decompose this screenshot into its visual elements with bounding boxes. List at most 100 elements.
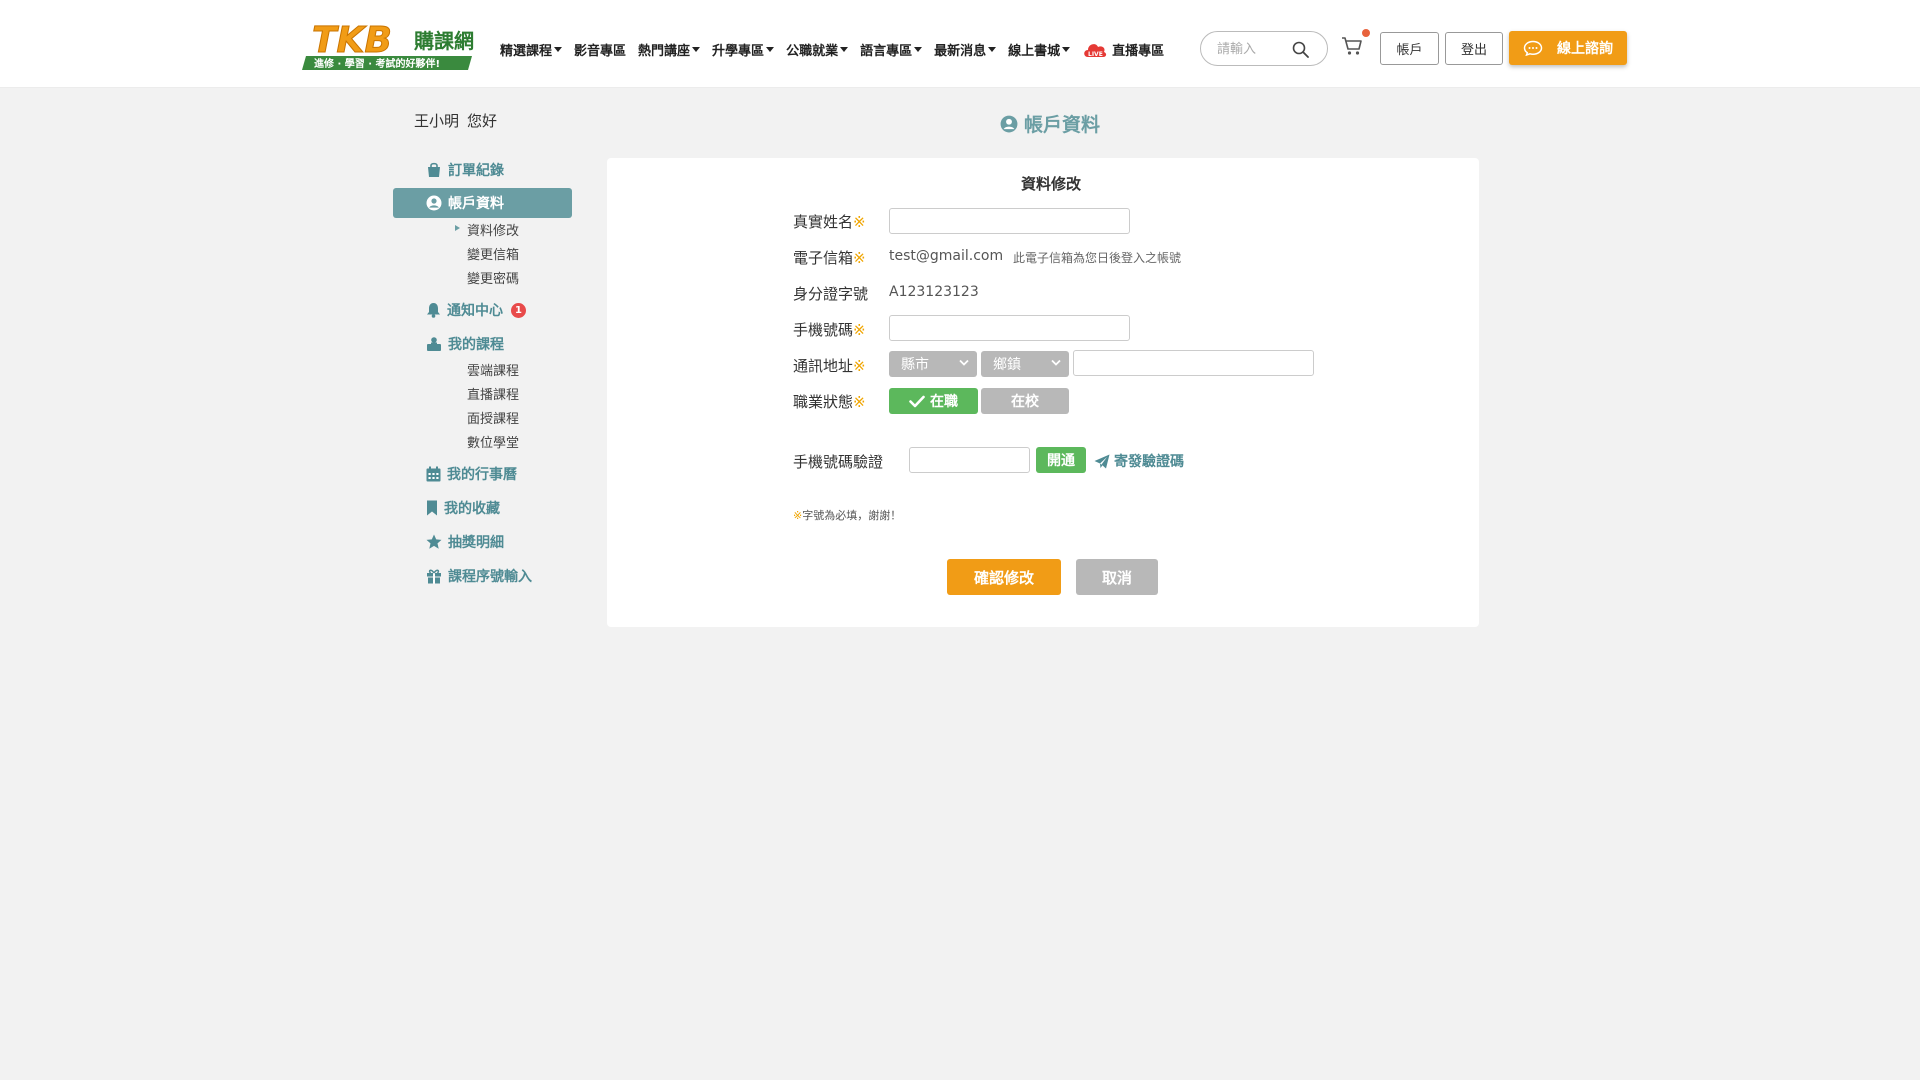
- nav-news[interactable]: 最新消息: [934, 40, 997, 59]
- cart-button[interactable]: [1341, 36, 1363, 60]
- sidebar-subitem-cloud-courses[interactable]: 雲端課程: [467, 360, 519, 379]
- nav-label: 升學專區: [712, 43, 765, 59]
- nav-label: 精選課程: [500, 43, 553, 59]
- nav-bookstore[interactable]: 線上書城: [1008, 40, 1071, 59]
- caret-down-icon: [988, 46, 997, 52]
- sidebar-item-label: 課程序號輸入: [448, 569, 532, 585]
- job-status-student-option[interactable]: 在校: [981, 388, 1069, 414]
- sidebar-item-orders[interactable]: 訂單紀錄: [426, 160, 504, 180]
- required-field-note: ※字號為必填，謝謝！: [793, 507, 901, 523]
- email-label-text: 電子信箱: [793, 249, 854, 267]
- caret-down-icon: [914, 46, 923, 52]
- sidebar-item-lottery[interactable]: 抽獎明細: [426, 532, 504, 552]
- user-circle-icon: [1000, 115, 1018, 132]
- phone-input[interactable]: [889, 315, 1130, 341]
- live-icon-text: LIVE: [1088, 51, 1103, 58]
- main-nav: 精選課程 影音專區 熱門講座 升學專區 公職就業 語言專區 最新消息 線上書城 …: [500, 38, 1176, 60]
- nav-selected-courses[interactable]: 精選課程: [500, 40, 563, 59]
- nav-label: 線上書城: [1008, 43, 1061, 59]
- cart-icon: [1342, 37, 1362, 55]
- sidebar-item-label: 通知中心: [447, 303, 503, 319]
- nav-civil-service[interactable]: 公職就業: [786, 40, 849, 59]
- nav-label: 語言專區: [860, 43, 913, 59]
- city-select[interactable]: 縣市: [889, 351, 977, 377]
- bookmark-icon: [427, 500, 437, 516]
- nav-video-zone[interactable]: 影音專區: [574, 40, 626, 59]
- sidebar-item-course-serial[interactable]: 課程序號輸入: [426, 566, 532, 586]
- nav-language[interactable]: 語言專區: [860, 40, 923, 59]
- sidebar-subitem-in-person-courses[interactable]: 面授課程: [467, 408, 519, 427]
- cancel-button[interactable]: 取消: [1076, 559, 1158, 595]
- required-mark: ※: [853, 357, 866, 375]
- online-consult-button[interactable]: 線上諮詢: [1509, 31, 1627, 65]
- caret-down-icon: [554, 46, 563, 52]
- phone-label-text: 手機號碼: [793, 321, 854, 339]
- shopping-bag-icon: [428, 162, 440, 177]
- chevron-down-icon: [959, 359, 969, 366]
- sidebar-subitem-digital-academy[interactable]: 數位學堂: [467, 432, 519, 451]
- nav-live-zone[interactable]: LIVE 直播專區: [1082, 38, 1164, 60]
- job-status-label: 職業狀態※: [793, 391, 866, 412]
- sidebar-item-label: 我的行事曆: [447, 467, 517, 483]
- nav-label: 最新消息: [934, 43, 987, 59]
- address-input[interactable]: [1073, 350, 1314, 376]
- required-mark: ※: [853, 321, 866, 339]
- job-status-employed-option[interactable]: 在職: [889, 388, 978, 414]
- page-title: 帳戶資料: [1000, 110, 1100, 137]
- site-header: TKB 購課網 進修 · 學習 · 考試的好夥伴! 精選課程 影音專區 熱門講座…: [0, 0, 1920, 88]
- email-note: 此電子信箱為您日後登入之帳號: [1013, 251, 1182, 265]
- star-icon: [426, 534, 442, 549]
- required-mark: ※: [853, 249, 866, 267]
- email-label: 電子信箱※: [793, 247, 866, 268]
- search-icon[interactable]: [1292, 41, 1309, 58]
- verification-code-input[interactable]: [909, 447, 1030, 473]
- sidebar-subitem-edit-profile[interactable]: 資料修改: [467, 220, 519, 239]
- id-number-label: 身分證字號: [793, 285, 869, 303]
- sidebar-item-account[interactable]: 帳戶資料: [393, 188, 572, 218]
- online-consult-label: 線上諮詢: [1557, 41, 1613, 57]
- send-verification-code-link[interactable]: 寄發驗證碼: [1094, 451, 1184, 471]
- tkb-logo[interactable]: TKB 購課網 進修 · 學習 · 考試的好夥伴!: [302, 18, 478, 74]
- sidebar-item-label: 我的課程: [448, 337, 504, 353]
- search-input[interactable]: [1217, 40, 1291, 58]
- nav-hot-lectures[interactable]: 熱門講座: [638, 40, 701, 59]
- address-label: 通訊地址※: [793, 355, 866, 376]
- sidebar-item-my-courses[interactable]: 我的課程: [426, 334, 504, 354]
- town-select[interactable]: 鄉鎮: [981, 351, 1069, 377]
- paper-plane-icon: [1094, 454, 1110, 468]
- checkmark-icon: [909, 395, 925, 407]
- real-name-input[interactable]: [889, 208, 1130, 234]
- confirm-edit-button[interactable]: 確認修改: [947, 559, 1061, 595]
- sidebar-item-calendar[interactable]: 我的行事曆: [426, 464, 517, 484]
- sidebar-item-notifications[interactable]: 通知中心 1: [426, 300, 526, 320]
- phone-label: 手機號碼※: [793, 319, 866, 340]
- sidebar-subitem-change-email[interactable]: 變更信箱: [467, 244, 519, 263]
- town-select-value: 鄉鎮: [993, 357, 1021, 373]
- job-option-label: 在校: [1011, 394, 1039, 410]
- required-note-text: 字號為必填，謝謝！: [802, 509, 902, 522]
- account-button[interactable]: 帳戶: [1380, 32, 1439, 65]
- sidebar-item-label: 訂單紀錄: [448, 163, 504, 179]
- sidebar-subitem-live-courses[interactable]: 直播課程: [467, 384, 519, 403]
- activate-button[interactable]: 開通: [1036, 447, 1086, 473]
- page-title-text: 帳戶資料: [1024, 114, 1101, 136]
- nav-label: 影音專區: [574, 43, 627, 59]
- job-status-label-text: 職業狀態: [793, 393, 854, 411]
- current-page-caret-icon: [455, 225, 460, 231]
- nav-further-study[interactable]: 升學專區: [712, 40, 775, 59]
- address-label-text: 通訊地址: [793, 357, 854, 375]
- nav-label: 公職就業: [786, 43, 839, 59]
- sidebar-item-label: 我的收藏: [444, 501, 500, 517]
- tkb-logo-graphic: TKB 購課網 進修 · 學習 · 考試的好夥伴!: [302, 20, 474, 70]
- sidebar-item-favorites[interactable]: 我的收藏: [426, 498, 500, 518]
- caret-down-icon: [692, 46, 701, 52]
- logout-button[interactable]: 登出: [1445, 32, 1503, 65]
- email-value: test@gmail.com: [889, 248, 1004, 264]
- city-select-value: 縣市: [901, 357, 929, 373]
- search-box: [1200, 31, 1328, 66]
- required-mark: ※: [853, 213, 866, 231]
- name-label: 真實姓名※: [793, 211, 866, 232]
- chat-bubble-icon: [1523, 40, 1543, 56]
- sidebar-subitem-change-password[interactable]: 變更密碼: [467, 268, 519, 287]
- bell-icon: [427, 303, 440, 318]
